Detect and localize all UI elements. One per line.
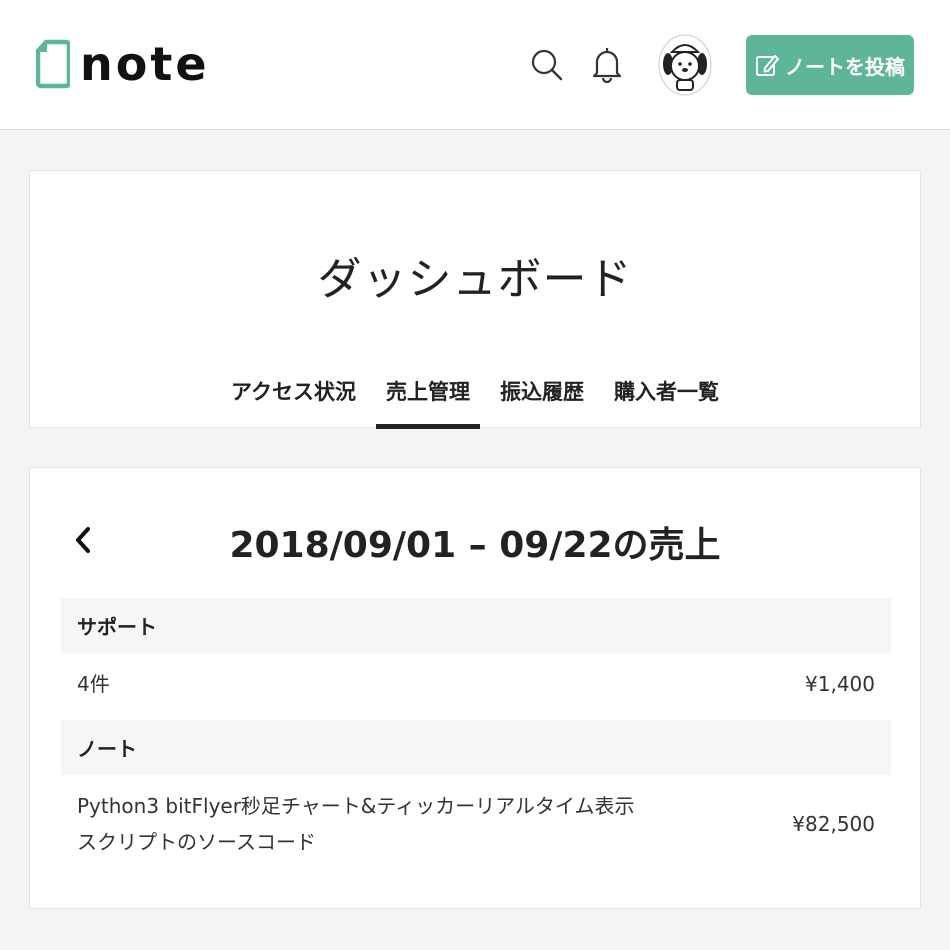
note-logo-icon	[36, 39, 70, 89]
dashboard-tabs: アクセス状況 売上管理 振込履歴 購入者一覧	[30, 366, 920, 429]
pencil-icon	[756, 55, 779, 76]
post-button-label: ノートを投稿	[785, 54, 905, 79]
note-logo[interactable]: note	[36, 38, 210, 90]
tab-access[interactable]: アクセス状況	[216, 366, 371, 429]
page-title: ダッシュボード	[317, 254, 633, 305]
tab-transfer-history[interactable]: 振込履歴	[485, 366, 599, 429]
tab-sales[interactable]: 売上管理	[371, 366, 485, 429]
bell-icon	[592, 48, 622, 83]
dashboard-card: ダッシュボード アクセス状況 売上管理 振込履歴 購入者一覧	[29, 170, 921, 429]
avatar[interactable]	[658, 34, 712, 96]
logo-text: note	[80, 37, 210, 91]
site-header: note ノートを投稿	[0, 0, 950, 130]
tab-buyers[interactable]: 購入者一覧	[599, 366, 734, 429]
row-amount: ¥1,400	[805, 672, 875, 696]
row-amount: ¥82,500	[792, 812, 875, 836]
period-title: 2018/09/01 – 09/22の売上	[229, 525, 721, 566]
sales-row-support: 4件 ¥1,400	[61, 654, 891, 714]
post-note-button[interactable]: ノートを投稿	[746, 35, 914, 95]
search-icon	[531, 49, 563, 81]
search-button[interactable]	[527, 45, 567, 85]
section-heading-support: サポート	[61, 598, 891, 653]
sales-row-note[interactable]: Python3 bitFlyer秒足チャート&ティッカーリアルタイム表示スクリプ…	[61, 786, 891, 862]
row-name[interactable]: Python3 bitFlyer秒足チャート&ティッカーリアルタイム表示スクリプ…	[77, 788, 637, 860]
dog-avatar-icon	[658, 34, 712, 96]
row-name: 4件	[77, 672, 110, 696]
notifications-button[interactable]	[587, 42, 627, 86]
section-heading-note: ノート	[61, 720, 891, 775]
sales-card: 2018/09/01 – 09/22の売上 サポート 4件 ¥1,400 ノート…	[29, 467, 921, 909]
